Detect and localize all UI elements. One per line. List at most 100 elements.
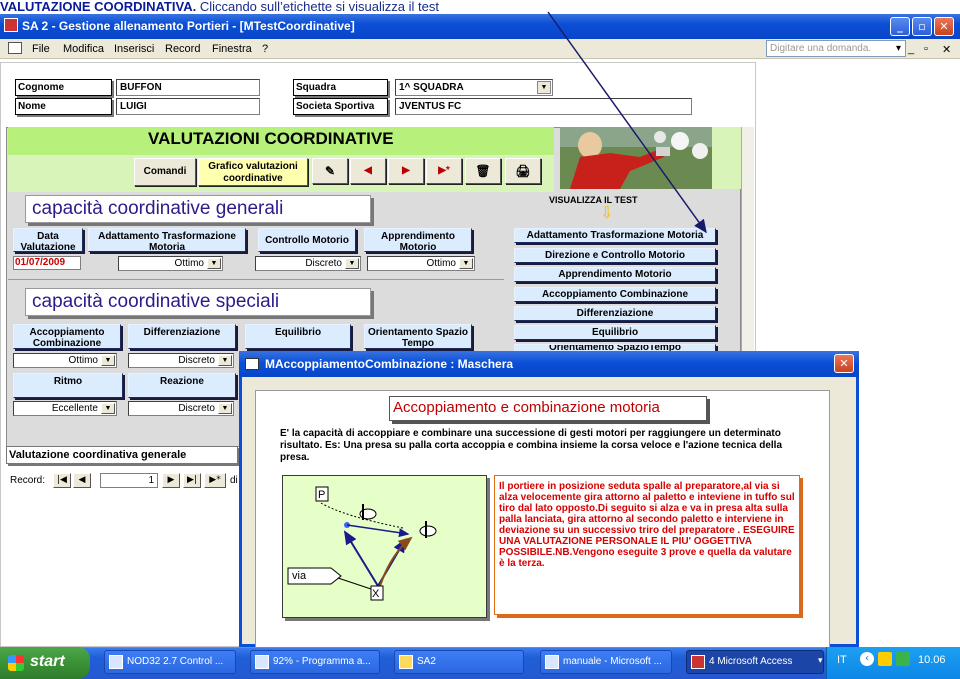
apprendimento-header[interactable]: Apprendimento Motorio xyxy=(364,228,472,253)
access-app-icon[interactable] xyxy=(4,18,18,32)
doc-restore-button[interactable]: ▫ xyxy=(924,43,928,55)
ritmo-header[interactable]: Ritmo xyxy=(13,373,123,398)
word-icon xyxy=(545,655,559,669)
adattamento-combo[interactable]: Ottimo ▼ xyxy=(118,256,223,271)
record-of-label: di xyxy=(230,475,238,486)
accoppiamento-header[interactable]: Accoppiamento Combinazione xyxy=(13,324,121,349)
test-direzione-button[interactable]: Direzione e Controllo Motorio xyxy=(514,248,716,263)
ask-dropdown-icon[interactable]: ▾ xyxy=(896,43,901,54)
test-differenziazione-button[interactable]: Differenziazione xyxy=(514,306,716,321)
delete-record-button[interactable]: 🗑 xyxy=(465,158,501,184)
task-programma-label: 92% - Programma a... xyxy=(273,656,371,667)
squadra-dropdown-icon[interactable]: ▼ xyxy=(537,81,551,94)
doc-minimize-button[interactable]: _ xyxy=(908,43,914,55)
form-icon[interactable] xyxy=(8,42,22,54)
menu-record[interactable]: Record xyxy=(165,43,200,55)
modal-close-button[interactable]: ✕ xyxy=(834,354,854,373)
ritmo-value: Eccellente xyxy=(51,403,98,414)
next-record-button[interactable]: ▶ xyxy=(388,158,424,184)
squadra-combo[interactable]: 1^ SQUADRA ▼ xyxy=(395,79,553,96)
task-access-label: 4 Microsoft Access xyxy=(709,656,793,667)
modal-description: E' la capacità di accoppiare e combinare… xyxy=(280,428,783,463)
chevron-down-icon[interactable]: ▼ xyxy=(207,258,221,269)
chevron-down-icon[interactable]: ▼ xyxy=(345,258,359,269)
minimize-button[interactable]: _ xyxy=(890,17,910,36)
windows-logo-icon xyxy=(8,655,24,671)
differenziazione-combo[interactable]: Discreto ▼ xyxy=(128,353,234,368)
adattamento-value: Ottimo xyxy=(174,258,204,269)
visualizza-test-label: VISUALIZZA IL TEST xyxy=(549,195,638,205)
menu-modifica[interactable]: Modifica xyxy=(63,43,104,55)
equilibrio-header[interactable]: Equilibrio xyxy=(245,324,351,349)
diagram-label-p: P xyxy=(318,489,326,501)
next-record-icon[interactable]: ▶ xyxy=(162,473,180,488)
close-button[interactable]: ✕ xyxy=(934,17,954,36)
previous-record-button[interactable]: ◀ xyxy=(350,158,386,184)
folder-icon xyxy=(399,655,413,669)
data-valutazione-header: Data Valutazione xyxy=(13,228,83,253)
comandi-label: Comandi xyxy=(134,158,196,186)
subform-title: VALUTAZIONI COORDINATIVE xyxy=(148,129,394,148)
speciali-section-title: capacità coordinative speciali xyxy=(25,288,371,316)
print-button[interactable]: 🖨 xyxy=(505,158,541,184)
task-programma[interactable]: 92% - Programma a... xyxy=(250,650,380,674)
controllo-combo[interactable]: Discreto ▼ xyxy=(255,256,361,271)
test-equilibrio-button[interactable]: Equilibrio xyxy=(514,325,716,340)
record-number-field[interactable]: 1 xyxy=(100,473,158,488)
societa-field[interactable]: JVENTUS FC xyxy=(395,98,692,115)
record-label: Record: xyxy=(10,475,46,486)
access-icon xyxy=(691,655,705,669)
new-record-icon[interactable]: ▶* xyxy=(204,473,226,488)
ask-question-input[interactable]: Digitare una domanda. xyxy=(766,40,906,57)
chevron-down-icon[interactable]: ▼ xyxy=(459,258,473,269)
data-valutazione-field[interactable]: 01/07/2009 xyxy=(13,256,81,270)
adattamento-header[interactable]: Adattamento Trasformazione Motoria xyxy=(88,228,246,253)
ritmo-combo[interactable]: Eccellente ▼ xyxy=(13,401,117,416)
prev-record-icon[interactable]: ◀ xyxy=(73,473,91,488)
task-access[interactable]: 4 Microsoft Access xyxy=(686,650,824,674)
task-group-arrow-icon[interactable]: ▾ xyxy=(818,656,823,666)
differenziazione-header[interactable]: Differenziazione xyxy=(128,324,236,349)
apprendimento-combo[interactable]: Ottimo ▼ xyxy=(367,256,475,271)
edit-record-button[interactable]: ✎ xyxy=(312,158,348,184)
test-accoppiamento-button[interactable]: Accoppiamento Combinazione xyxy=(514,287,716,302)
shield-icon[interactable] xyxy=(878,652,892,666)
doc-close-button[interactable]: ✕ xyxy=(942,43,951,56)
menu-file[interactable]: File xyxy=(32,43,50,55)
first-record-icon[interactable]: |◀ xyxy=(53,473,71,488)
test-adattamento-button[interactable]: Adattamento Trasformazione Motoria xyxy=(514,228,716,243)
task-nod32[interactable]: NOD32 2.7 Control ... xyxy=(104,650,236,674)
grafico-valutazioni-button[interactable]: Grafico valutazioni coordinative xyxy=(198,158,308,186)
app-title-bar[interactable]: SA 2 - Gestione allenamento Portieri - [… xyxy=(0,14,960,39)
chevron-down-icon[interactable]: ▼ xyxy=(218,403,232,414)
generali-section-title: capacità coordinative generali xyxy=(25,195,371,223)
task-manuale[interactable]: manuale - Microsoft ... xyxy=(540,650,672,674)
task-sa2[interactable]: SA2 xyxy=(394,650,524,674)
accoppiamento-combo[interactable]: Ottimo ▼ xyxy=(13,353,117,368)
reazione-combo[interactable]: Discreto ▼ xyxy=(128,401,234,416)
maximize-button[interactable]: ▫ xyxy=(912,17,932,36)
test-apprendimento-button[interactable]: Apprendimento Motorio xyxy=(514,267,716,282)
cognome-field[interactable]: BUFFON xyxy=(116,79,260,96)
menu-help[interactable]: ? xyxy=(262,43,268,55)
diagram-label-x: X xyxy=(372,588,380,600)
language-indicator[interactable]: IT xyxy=(837,654,847,666)
goalkeeper-photo xyxy=(560,127,712,189)
menu-finestra[interactable]: Finestra xyxy=(212,43,252,55)
nod32-tray-icon[interactable] xyxy=(896,652,910,666)
apprendimento-value: Ottimo xyxy=(426,258,456,269)
menu-inserisci[interactable]: Inserisci xyxy=(114,43,154,55)
chevron-down-icon[interactable]: ▼ xyxy=(101,403,115,414)
chevron-down-icon[interactable]: ▼ xyxy=(101,355,115,366)
chevron-down-icon[interactable]: ▼ xyxy=(218,355,232,366)
modal-title-bar[interactable]: MAccoppiamentoCombinazione : Maschera xyxy=(239,351,859,377)
reazione-header[interactable]: Reazione xyxy=(128,373,236,398)
societa-label: Societa Sportiva xyxy=(293,98,388,115)
nome-field[interactable]: LUIGI xyxy=(116,98,260,115)
program-icon xyxy=(255,655,269,669)
tray-expand-icon[interactable]: ‹ xyxy=(860,652,874,666)
controllo-motorio-header[interactable]: Controllo Motorio xyxy=(258,228,356,252)
last-record-icon[interactable]: ▶| xyxy=(183,473,201,488)
orientamento-header[interactable]: Orientamento Spazio Tempo xyxy=(364,324,472,349)
new-record-button[interactable]: ▶* xyxy=(426,158,462,184)
